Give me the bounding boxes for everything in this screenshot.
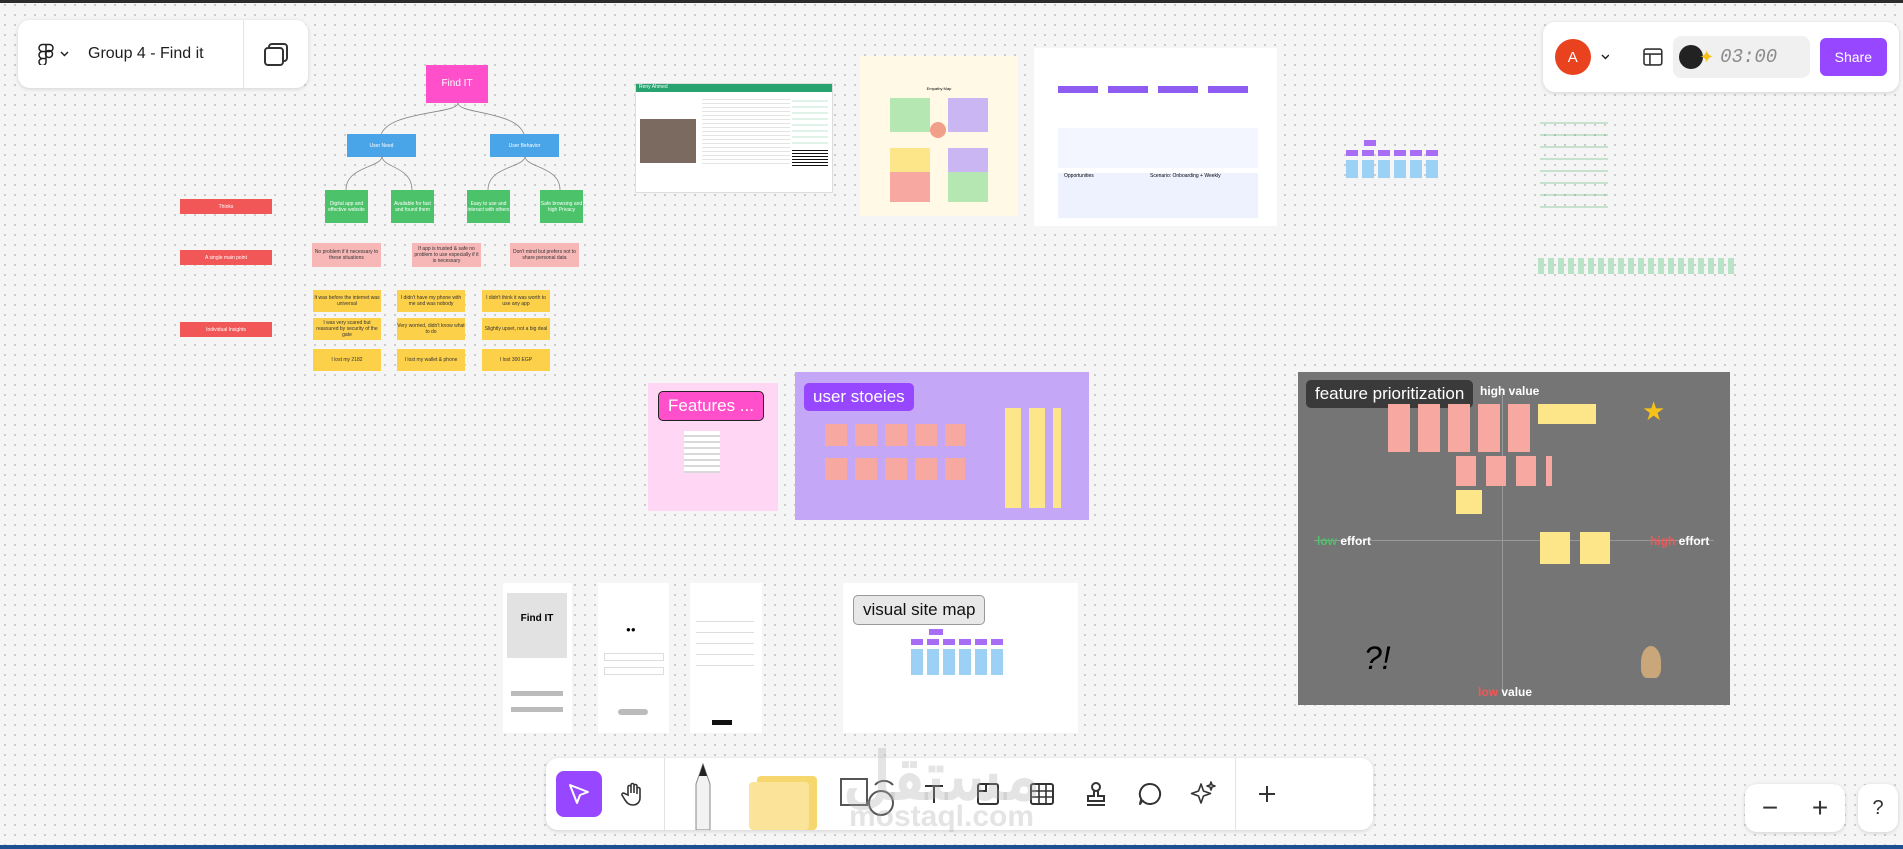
- userflow-mini-3[interactable]: [1538, 258, 1738, 274]
- insight-sticky[interactable]: I lost 300 EGP: [482, 349, 550, 371]
- canvas[interactable]: Find IT User Need User Behavior Thinks A…: [0, 0, 1903, 849]
- insight-sticky[interactable]: I didn't think it was worth to use any a…: [482, 290, 550, 312]
- timer-widget[interactable]: ✦ 03:00: [1673, 36, 1810, 78]
- features-section[interactable]: Features ...: [648, 383, 778, 511]
- wireframe-splash[interactable]: Find IT: [503, 583, 572, 733]
- main-menu-button[interactable]: [18, 20, 88, 88]
- share-button[interactable]: Share: [1819, 38, 1887, 76]
- star-sticker-icon: ★: [1642, 396, 1666, 426]
- window-bottom-edge: [0, 845, 1903, 849]
- empathy-map[interactable]: Empathy Map: [860, 56, 1018, 216]
- userflow-mini[interactable]: [1346, 140, 1442, 182]
- tree-root[interactable]: Find IT: [426, 65, 488, 103]
- avatar[interactable]: A: [1555, 39, 1591, 75]
- insight-sticky[interactable]: I lost my wallet & phone: [397, 349, 465, 371]
- tree-need[interactable]: Available for fast and found them: [391, 190, 434, 223]
- stamp-tool[interactable]: [1073, 771, 1119, 817]
- user-stories-section[interactable]: user stoeies: [795, 372, 1089, 520]
- zoom-in-button[interactable]: +: [1812, 792, 1828, 824]
- watermark-latin: mostaql.com: [849, 800, 1035, 833]
- insight-sticky[interactable]: Very worried, didn't know what to do: [397, 318, 465, 340]
- collab-panel: A ✦ 03:00 Share: [1543, 22, 1899, 92]
- persona-photo: [640, 119, 696, 163]
- insight-sticky[interactable]: I was very scared but reassured by secur…: [313, 318, 381, 340]
- chevron-down-icon[interactable]: [1601, 54, 1610, 60]
- wireframe-app-name: Find IT: [507, 593, 567, 658]
- wireframe-login[interactable]: ●●: [598, 583, 669, 733]
- wireframe-form[interactable]: [690, 583, 762, 733]
- file-panel: Group 4 - Find it: [18, 20, 308, 88]
- timer-value: 03:00: [1720, 46, 1778, 68]
- site-map-section[interactable]: visual site map: [843, 583, 1078, 733]
- marker-tool[interactable]: [673, 758, 733, 830]
- user-stories-label[interactable]: user stoeies: [804, 383, 914, 411]
- empathy-avatar: [930, 122, 946, 138]
- tree-connectors-2: [345, 156, 561, 191]
- persona-name: Reny Ahmed: [636, 84, 832, 92]
- insight-sticky[interactable]: I didn't have my phone with me and was n…: [397, 290, 465, 312]
- layout-icon[interactable]: [1643, 48, 1663, 66]
- features-label[interactable]: Features ...: [658, 391, 764, 421]
- move-tool[interactable]: [556, 771, 602, 817]
- file-title[interactable]: Group 4 - Find it: [88, 45, 243, 63]
- pages-button[interactable]: [243, 20, 308, 88]
- tree-need[interactable]: Easy to use and interact with others: [467, 190, 510, 223]
- pages-icon: [264, 43, 288, 66]
- empathy-title: Empathy Map: [926, 86, 952, 91]
- journey-map[interactable]: Opportunities Scenario: Onboarding + Wee…: [1034, 48, 1277, 226]
- tree-left-label[interactable]: Individual Insights: [180, 322, 272, 337]
- tree-left-label[interactable]: Thinks: [180, 199, 272, 214]
- journey-scenario: Scenario: Onboarding + Weekly: [1150, 173, 1221, 179]
- hand-tool[interactable]: [610, 771, 656, 817]
- cursor-icon: [569, 784, 589, 804]
- tree-need[interactable]: Safe browsing and high Privacy: [540, 190, 583, 223]
- hand-icon: [621, 782, 641, 806]
- persona-card[interactable]: Reny Ahmed: [635, 83, 833, 193]
- site-map-label[interactable]: visual site map: [853, 595, 986, 625]
- tree-left-label[interactable]: A single main point: [180, 250, 272, 265]
- question-sticker: ?!: [1364, 640, 1391, 676]
- hand-sticker-icon: [1641, 646, 1661, 678]
- axis-left-label: low effort: [1317, 534, 1372, 548]
- stamp-icon: [1087, 782, 1105, 806]
- axis-bottom-label: low value: [1478, 685, 1533, 699]
- tree-point[interactable]: No problem if it necessary to these situ…: [312, 243, 381, 267]
- ai-tool[interactable]: [1181, 771, 1227, 817]
- marker-icon: [695, 762, 711, 830]
- axis-right-label: high effort: [1650, 534, 1710, 548]
- sparkles-icon: [1190, 781, 1216, 804]
- tree-need[interactable]: Digital app and effective website: [325, 190, 368, 223]
- insight-sticky[interactable]: It was before the internet was universal: [313, 290, 381, 312]
- help-button[interactable]: ?: [1858, 784, 1898, 832]
- chevron-down-icon: [60, 51, 68, 57]
- comment-tool[interactable]: [1127, 771, 1173, 817]
- figma-logo-icon: [37, 43, 54, 65]
- tree-point[interactable]: Don't mind but prefers not to share pers…: [510, 243, 579, 267]
- insight-sticky[interactable]: I lost my 2182: [313, 349, 381, 371]
- userflow-mini-2[interactable]: [1540, 112, 1608, 212]
- eyes-icon: ●●: [626, 625, 636, 634]
- zoom-out-button[interactable]: −: [1762, 792, 1778, 824]
- sticky-note-icon: [749, 776, 817, 830]
- insight-sticky[interactable]: Slightly upset, not a big deal: [482, 318, 550, 340]
- more-tools-button[interactable]: [1244, 771, 1290, 817]
- comment-icon: [1138, 782, 1162, 805]
- prioritization-matrix[interactable]: feature prioritization high value low va…: [1298, 372, 1730, 705]
- journey-opportunities: Opportunities: [1064, 173, 1094, 179]
- sparkle-icon: ✦: [1699, 46, 1715, 67]
- tree-point[interactable]: If app is trusted & safe no problem to u…: [412, 243, 481, 267]
- sticky-note-tool[interactable]: [741, 758, 825, 830]
- axis-top-label: high value: [1480, 384, 1540, 398]
- zoom-controls: − +: [1745, 784, 1845, 832]
- tree-group-user-behavior[interactable]: User Behavior: [490, 134, 559, 157]
- tree-group-user-need[interactable]: User Need: [347, 134, 416, 157]
- plus-icon: [1259, 786, 1275, 802]
